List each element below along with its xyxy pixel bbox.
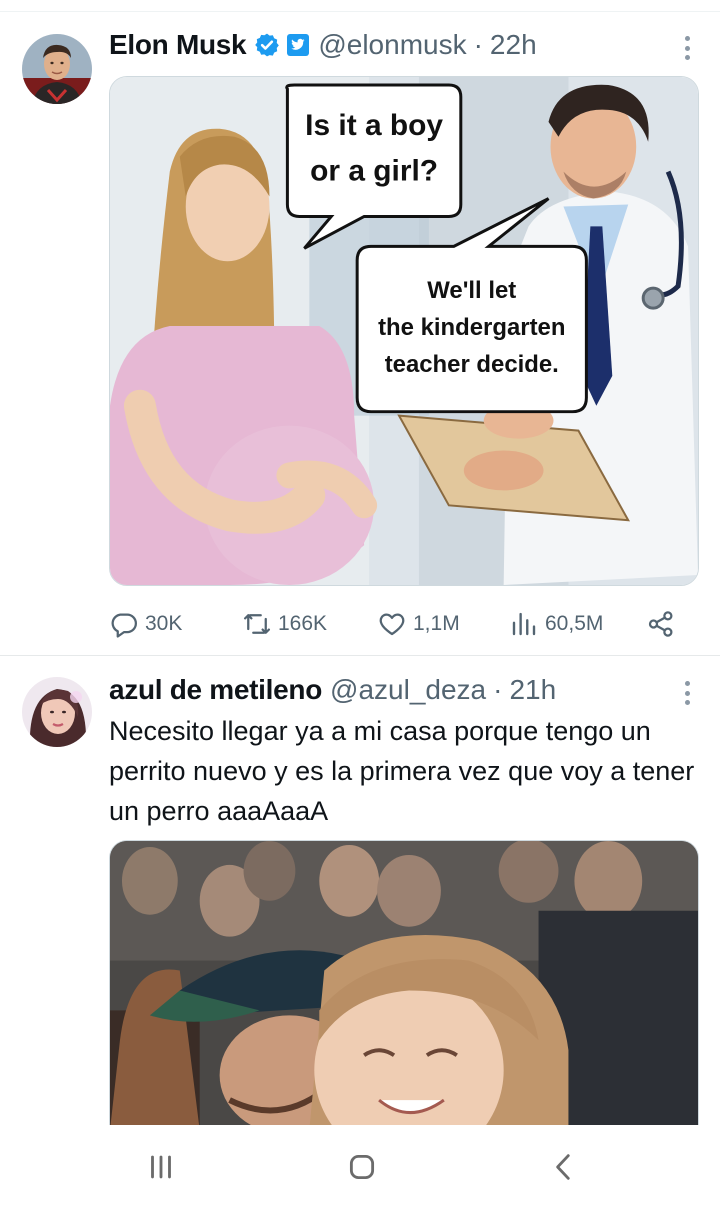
tweet-azul[interactable]: azul de metileno @azul_deza · 21h Necesi… xyxy=(0,657,720,1127)
meme-image: Is it a boy or a girl? We'll let the kin… xyxy=(110,77,698,585)
reply-count: 30K xyxy=(145,612,183,635)
separator-dot: · xyxy=(473,29,483,60)
tweet-elon[interactable]: Elon Musk @elonmusk · 22h Is it a boy or… xyxy=(0,14,720,656)
bubble2-line1: We'll let xyxy=(427,277,516,304)
tweet-actions: 30K 166K 1,1M 60,5M xyxy=(109,606,679,642)
crowd-gif-image xyxy=(110,841,698,1127)
heart-icon xyxy=(379,613,405,636)
back-button[interactable] xyxy=(544,1147,584,1187)
retweet-count: 166K xyxy=(278,612,328,635)
avatar-image xyxy=(22,677,92,747)
retweet-icon xyxy=(244,614,270,634)
like-button[interactable]: 1,1M xyxy=(377,609,460,639)
views-button[interactable]: 60,5M xyxy=(509,609,603,639)
back-icon xyxy=(556,1154,570,1180)
recent-apps-button[interactable] xyxy=(141,1147,181,1187)
avatar[interactable] xyxy=(22,677,92,747)
separator-dot: · xyxy=(493,674,503,705)
home-icon xyxy=(349,1154,375,1180)
affiliate-badge-icon[interactable] xyxy=(286,33,310,57)
tweet-video[interactable] xyxy=(109,840,699,1127)
tweet-header: azul de metileno @azul_deza · 21h xyxy=(109,673,670,707)
views-icon xyxy=(512,612,536,636)
home-button[interactable] xyxy=(342,1147,382,1187)
tweet-time[interactable]: 22h xyxy=(490,28,537,62)
previous-tweet-edge xyxy=(0,0,720,12)
system-navigation-bar xyxy=(0,1125,720,1207)
reply-button[interactable]: 30K xyxy=(109,609,182,639)
verified-badge-icon xyxy=(254,32,280,58)
bubble2-line3: teacher decide. xyxy=(385,351,559,378)
share-icon xyxy=(648,611,673,637)
tweet-time[interactable]: 21h xyxy=(509,673,556,707)
share-button[interactable] xyxy=(646,609,676,639)
author-handle[interactable]: @azul_deza xyxy=(330,673,486,707)
tweet-text: Necesito llegar ya a mi casa porque teng… xyxy=(109,716,695,826)
avatar[interactable] xyxy=(22,34,92,104)
tweet-image[interactable]: Is it a boy or a girl? We'll let the kin… xyxy=(109,76,699,586)
bubble1-line2: or a girl? xyxy=(310,155,438,188)
retweet-button[interactable]: 166K xyxy=(242,609,327,639)
avatar-image xyxy=(22,34,92,104)
more-options-icon[interactable] xyxy=(684,36,690,60)
author-name[interactable]: azul de metileno xyxy=(109,673,322,707)
tweet-header: Elon Musk @elonmusk · 22h xyxy=(109,28,670,62)
recent-apps-icon xyxy=(151,1155,171,1179)
bubble2-line2: the kindergarten xyxy=(378,314,565,341)
bubble1-line1: Is it a boy xyxy=(305,109,443,142)
author-name[interactable]: Elon Musk xyxy=(109,28,247,62)
like-count: 1,1M xyxy=(413,612,460,635)
author-handle[interactable]: @elonmusk xyxy=(318,28,466,62)
more-options-icon[interactable] xyxy=(684,681,690,705)
views-count: 60,5M xyxy=(545,612,604,635)
reply-icon xyxy=(111,613,137,638)
